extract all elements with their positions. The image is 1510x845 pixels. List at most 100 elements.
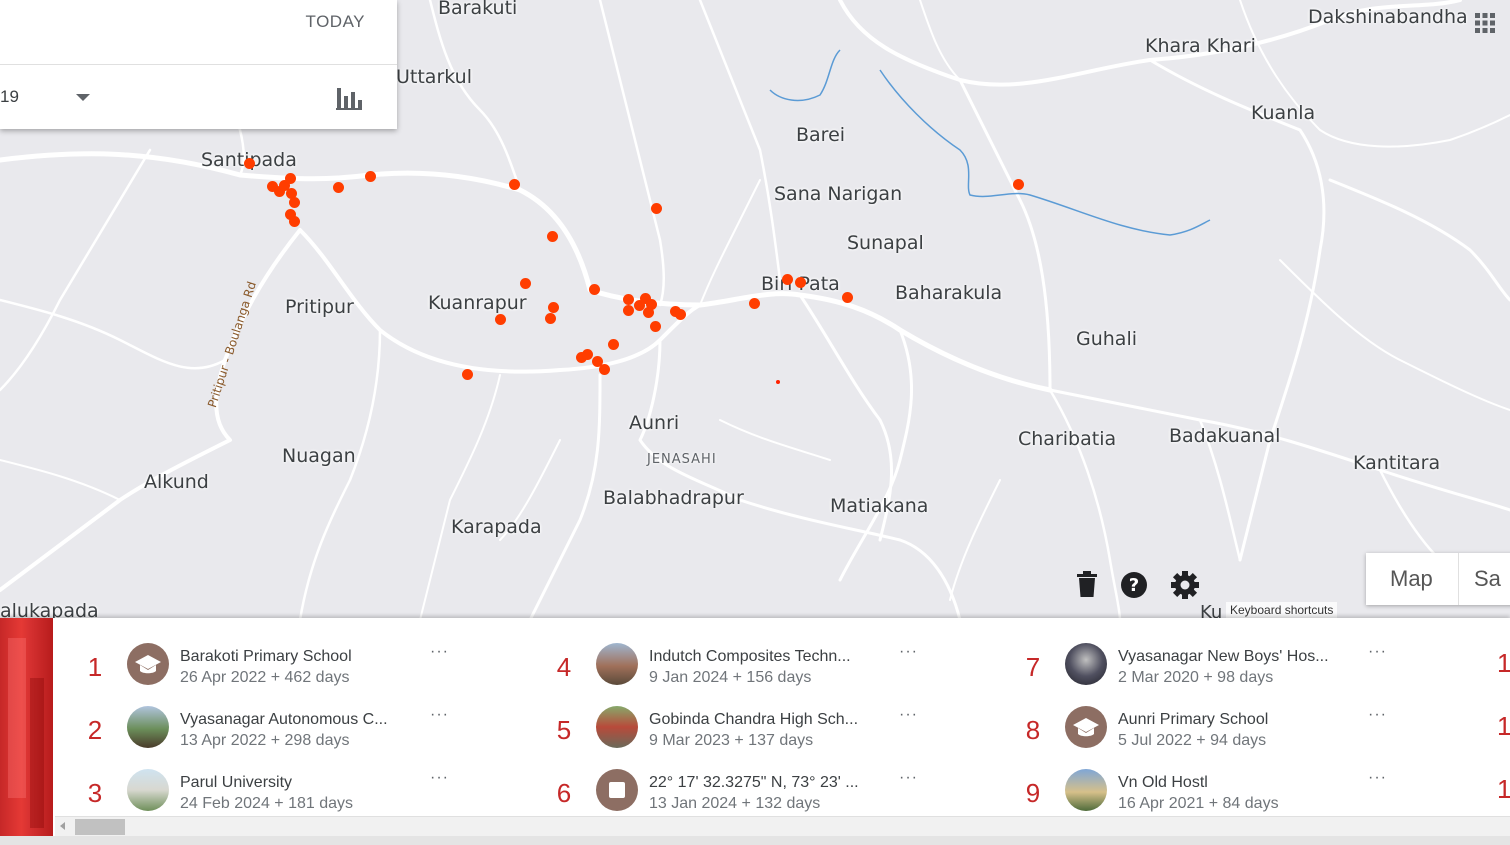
- gear-icon[interactable]: [1170, 570, 1200, 600]
- scroll-left-icon[interactable]: [60, 822, 65, 830]
- visit-marker[interactable]: [675, 309, 686, 320]
- place-label: Barei: [796, 124, 846, 146]
- more-options-icon[interactable]: ···: [899, 643, 918, 661]
- list-item-subtitle: 13 Jan 2024 + 132 days: [649, 795, 821, 812]
- visit-marker[interactable]: [776, 380, 780, 384]
- visit-marker[interactable]: [650, 321, 661, 332]
- list-item-title[interactable]: Barakoti Primary School: [180, 648, 352, 666]
- place-label: alukapada: [0, 600, 99, 620]
- visit-marker[interactable]: [495, 314, 506, 325]
- visit-marker[interactable]: [545, 313, 556, 324]
- visit-marker[interactable]: [333, 182, 344, 193]
- more-options-icon[interactable]: ···: [430, 769, 449, 787]
- visit-marker[interactable]: [285, 173, 296, 184]
- more-options-icon[interactable]: ···: [1368, 769, 1387, 787]
- horizontal-scrollbar[interactable]: [55, 816, 1510, 836]
- visit-marker[interactable]: [289, 216, 300, 227]
- visit-marker[interactable]: [365, 171, 376, 182]
- visit-marker[interactable]: [795, 277, 806, 288]
- more-options-icon[interactable]: ···: [430, 643, 449, 661]
- map-type-map-button[interactable]: Map: [1390, 566, 1433, 592]
- list-item-title[interactable]: Aunri Primary School: [1118, 711, 1268, 729]
- visit-marker[interactable]: [520, 278, 531, 289]
- list-item-subtitle: 9 Jan 2024 + 156 days: [649, 669, 812, 686]
- more-options-icon[interactable]: ···: [899, 769, 918, 787]
- place-label: Charibatia: [1018, 428, 1117, 450]
- list-item[interactable]: 7 Vyasanagar New Boys' Hos... 2 Mar 2020 +…: [1018, 640, 1418, 703]
- more-options-icon[interactable]: ···: [899, 706, 918, 724]
- list-item[interactable]: 8 Aunri Primary School 5 Jul 2022 + 94 day…: [1018, 703, 1418, 766]
- visit-marker[interactable]: [462, 369, 473, 380]
- date-panel: TODAY 19: [0, 0, 397, 129]
- bar-chart-icon[interactable]: [335, 84, 363, 110]
- place-photo-thumbnail[interactable]: [127, 769, 169, 811]
- school-icon[interactable]: [127, 643, 169, 685]
- list-item[interactable]: 2 Vyasanagar Autonomous C... 13 Apr 2022 +…: [80, 703, 480, 766]
- list-item-rank: 5: [556, 715, 572, 745]
- list-item-subtitle: 24 Feb 2024 + 181 days: [180, 795, 354, 812]
- place-label: Kuanla: [1251, 102, 1316, 124]
- caret-down-icon[interactable]: [76, 94, 90, 101]
- visit-marker[interactable]: [842, 292, 853, 303]
- list-item-title[interactable]: Vyasanagar Autonomous C...: [180, 711, 388, 729]
- place-label: Dakshinabandha: [1308, 6, 1468, 28]
- apps-grid-icon[interactable]: [1474, 12, 1496, 34]
- divider: [1458, 553, 1459, 605]
- list-item-rank: 9: [1025, 778, 1041, 808]
- more-options-icon[interactable]: ···: [1368, 706, 1387, 724]
- list-item-title[interactable]: Indutch Composites Techn...: [649, 648, 851, 666]
- keyboard-shortcuts-link[interactable]: Keyboard shortcuts: [1226, 602, 1338, 618]
- list-item-title[interactable]: Parul University: [180, 774, 292, 792]
- place-label: Khara Khari: [1145, 35, 1256, 57]
- visit-marker[interactable]: [643, 307, 654, 318]
- trash-icon[interactable]: [1072, 570, 1102, 600]
- place-photo-thumbnail[interactable]: [127, 706, 169, 748]
- date-panel-header: TODAY: [0, 0, 397, 65]
- list-item-subtitle: 5 Jul 2022 + 94 days: [1118, 732, 1267, 749]
- list-item-rank: 1: [87, 652, 103, 682]
- list-item-title[interactable]: 22° 17' 32.3275" N, 73° 23' ...: [649, 774, 859, 792]
- more-options-icon[interactable]: ···: [1368, 643, 1387, 661]
- visit-marker[interactable]: [623, 305, 634, 316]
- list-item-subtitle: 2 Mar 2020 + 98 days: [1118, 669, 1274, 686]
- list-item-subtitle: 16 Apr 2021 + 84 days: [1118, 795, 1279, 812]
- school-icon[interactable]: [1065, 706, 1107, 748]
- visit-marker[interactable]: [599, 364, 610, 375]
- visit-marker[interactable]: [289, 197, 300, 208]
- place-photo-thumbnail[interactable]: [596, 643, 638, 685]
- list-item-title[interactable]: Vyasanagar New Boys' Hos...: [1118, 648, 1329, 666]
- date-select[interactable]: 19: [0, 87, 19, 107]
- visit-marker[interactable]: [244, 158, 255, 169]
- list-item-title[interactable]: Vn Old Hostl: [1118, 774, 1208, 792]
- place-photo-thumbnail[interactable]: [1065, 769, 1107, 811]
- place-label: JENASAHI: [647, 452, 717, 467]
- today-button[interactable]: TODAY: [306, 12, 366, 32]
- visit-marker[interactable]: [782, 274, 793, 285]
- visit-marker[interactable]: [651, 203, 662, 214]
- more-options-icon[interactable]: ···: [430, 706, 449, 724]
- place-label: Balabhadrapur: [603, 487, 744, 509]
- visit-marker[interactable]: [749, 298, 760, 309]
- map-type-satellite-button[interactable]: Sa: [1474, 566, 1501, 592]
- visit-marker[interactable]: [547, 231, 558, 242]
- place-label: Sana Narigan: [774, 183, 903, 205]
- visit-marker[interactable]: [548, 302, 559, 313]
- place-photo-thumbnail[interactable]: [1065, 643, 1107, 685]
- list-item[interactable]: 1 Barakoti Primary School 26 Apr 2022 + 46…: [80, 640, 480, 703]
- visit-marker[interactable]: [623, 294, 634, 305]
- visit-marker[interactable]: [608, 339, 619, 350]
- timeline-thumbnail[interactable]: [0, 618, 53, 836]
- place-label: Uttarkul: [396, 66, 472, 88]
- visit-marker[interactable]: [582, 349, 593, 360]
- visit-marker[interactable]: [509, 179, 520, 190]
- visit-marker[interactable]: [1013, 179, 1024, 190]
- list-item-title[interactable]: Gobinda Chandra High Sch...: [649, 711, 858, 729]
- location-pin-icon[interactable]: [596, 769, 638, 811]
- list-item[interactable]: 5 Gobinda Chandra High Sch... 9 Mar 2023 +…: [549, 703, 949, 766]
- visit-marker[interactable]: [589, 284, 600, 295]
- help-icon[interactable]: ?: [1119, 570, 1149, 600]
- list-item-rank: 8: [1025, 715, 1041, 745]
- scrollbar-thumb[interactable]: [75, 819, 125, 835]
- list-item[interactable]: 4 Indutch Composites Techn... 9 Jan 2024 +…: [549, 640, 949, 703]
- place-photo-thumbnail[interactable]: [596, 706, 638, 748]
